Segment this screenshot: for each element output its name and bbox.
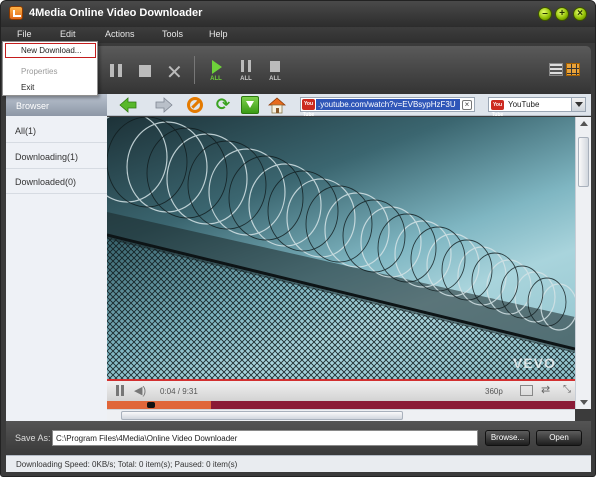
popout-icon[interactable] xyxy=(520,385,533,396)
sidebar-item-browser[interactable]: Browser xyxy=(6,94,107,116)
file-menu-dropdown: New Download... Properties Exit xyxy=(2,41,98,96)
volume-icon[interactable]: ◀) xyxy=(134,384,146,397)
sidebar-item-all[interactable]: All(1) xyxy=(6,118,107,143)
save-as-label: Save As: xyxy=(15,433,51,443)
close-button[interactable]: × xyxy=(573,7,587,21)
download-icon[interactable] xyxy=(241,96,259,114)
app-logo-icon xyxy=(9,6,23,20)
status-text: Downloading Speed: 0KB/s; Total: 0 item(… xyxy=(16,460,238,469)
maximize-button[interactable]: + xyxy=(555,7,569,21)
browse-button[interactable]: Browse... xyxy=(485,430,530,446)
stop-icon xyxy=(270,61,280,72)
browser-nav-bar: ⟳ You Tube × You Tube YouTube xyxy=(107,94,591,118)
chevron-down-icon[interactable] xyxy=(571,98,585,111)
player-progress-bar[interactable] xyxy=(107,379,332,381)
stop-all-label: ALL xyxy=(269,76,281,82)
grid-view-icon[interactable] xyxy=(566,63,580,76)
pause-icon xyxy=(241,60,251,72)
embed-icon[interactable]: ⇄ xyxy=(541,383,550,396)
menu-file[interactable]: File xyxy=(17,29,32,39)
video-played-strip xyxy=(107,401,211,409)
status-bar: Downloading Speed: 0KB/s; Total: 0 item(… xyxy=(6,455,591,472)
url-bar: You Tube × xyxy=(300,97,475,118)
url-input[interactable] xyxy=(316,99,460,110)
save-path-input[interactable] xyxy=(52,430,478,446)
player-time: 0:04 / 9:31 xyxy=(160,387,198,396)
start-all-label: ALL xyxy=(210,76,222,82)
minimize-button[interactable]: – xyxy=(538,7,552,21)
window-title: 4Media Online Video Downloader xyxy=(29,7,203,19)
youtube-icon: You Tube xyxy=(302,99,315,118)
stop-all-button[interactable]: ALL xyxy=(265,60,285,90)
site-select[interactable]: You Tube YouTube xyxy=(488,97,586,118)
scroll-up-icon[interactable] xyxy=(580,121,588,126)
stop-icon[interactable] xyxy=(139,65,151,77)
menu-tools[interactable]: Tools xyxy=(162,29,183,39)
horizontal-scrollbar[interactable] xyxy=(107,409,575,421)
barbed-wire-fence-image xyxy=(107,117,575,379)
vevo-watermark: VEVO xyxy=(513,355,556,371)
sidebar: Browser All(1) Downloading(1) Downloaded… xyxy=(6,94,107,421)
pause-all-label: ALL xyxy=(240,76,252,82)
home-icon[interactable] xyxy=(268,96,286,114)
menu-item-exit[interactable]: Exit xyxy=(3,83,97,95)
stop-loading-icon[interactable] xyxy=(187,97,203,113)
pause-icon[interactable] xyxy=(116,385,124,396)
sidebar-item-downloaded[interactable]: Downloaded(0) xyxy=(6,169,107,194)
start-all-button[interactable]: ALL xyxy=(206,60,226,90)
menu-edit[interactable]: Edit xyxy=(60,29,76,39)
menu-item-properties: Properties xyxy=(21,67,58,76)
player-controls: ◀) 0:04 / 9:31 360p ⇄ ⤡ xyxy=(107,379,575,401)
video-strip-marker xyxy=(147,402,155,408)
menu-actions[interactable]: Actions xyxy=(105,29,135,39)
scrollbar-thumb[interactable] xyxy=(121,411,403,420)
pause-icon[interactable] xyxy=(110,64,122,77)
vertical-scrollbar[interactable] xyxy=(575,117,591,409)
menu-item-new-download[interactable]: New Download... xyxy=(5,43,96,58)
forward-arrow-icon[interactable] xyxy=(155,96,173,114)
scrollbar-thumb[interactable] xyxy=(578,137,589,187)
scroll-down-icon[interactable] xyxy=(580,400,588,405)
title-bar: 4Media Online Video Downloader – + × xyxy=(1,1,595,27)
site-select-value: YouTube xyxy=(508,100,540,109)
menu-help[interactable]: Help xyxy=(209,29,228,39)
refresh-icon[interactable]: ⟳ xyxy=(214,96,232,114)
pause-all-button[interactable]: ALL xyxy=(236,60,256,90)
open-button[interactable]: Open xyxy=(536,430,582,446)
delete-icon[interactable]: ✕ xyxy=(166,60,183,85)
video-player[interactable]: VEVO xyxy=(107,117,575,379)
back-arrow-icon[interactable] xyxy=(119,96,137,114)
sidebar-item-downloading[interactable]: Downloading(1) xyxy=(6,144,107,169)
app-window: 4Media Online Video Downloader – + × Fil… xyxy=(0,0,596,477)
quality-button[interactable]: 360p xyxy=(485,387,503,396)
play-icon xyxy=(212,60,222,74)
fullscreen-icon[interactable]: ⤡ xyxy=(563,384,571,395)
video-page-strip xyxy=(107,401,575,409)
toolbar-separator xyxy=(194,56,195,84)
clear-url-icon[interactable]: × xyxy=(462,100,472,110)
youtube-icon: You Tube xyxy=(491,100,504,118)
save-as-bar: Save As: Browse... Open xyxy=(6,421,591,455)
list-view-icon[interactable] xyxy=(549,63,563,76)
